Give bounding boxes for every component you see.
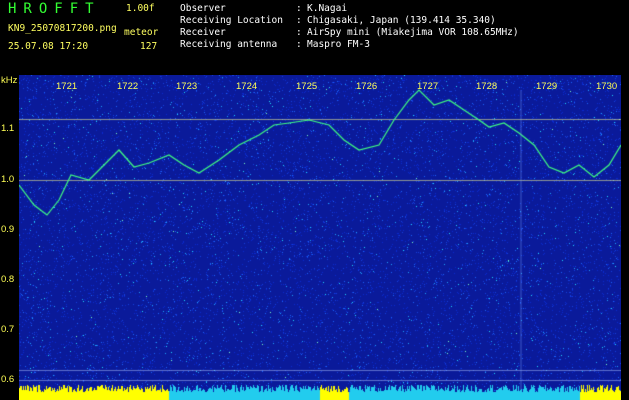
x-tick-1727: 1727 [417,81,439,92]
x-tick-1721: 1721 [56,81,78,92]
hrofft-window: HROFFT 1.00f KN9_25070817200.png meteor … [0,0,629,400]
datetime-label: 25.07.08 17:20 [8,41,89,52]
x-tick-1726: 1726 [356,81,378,92]
colon: : [296,39,302,50]
y-tick-1.0: 1.0 [1,174,15,185]
field-observer-value: K.Nagai [307,3,348,14]
x-tick-1722: 1722 [117,81,139,92]
mode-label: meteor [124,27,159,38]
x-tick-1730: 1730 [596,81,618,92]
y-tick-0.8: 0.8 [1,274,15,285]
y-unit-label: kHz [1,75,18,86]
field-receiver-label: Receiver [180,27,226,38]
count-label: 127 [140,41,158,52]
y-tick-1.1: 1.1 [1,123,15,134]
x-tick-1725: 1725 [296,81,318,92]
version-label: 1.00f [126,3,155,14]
x-tick-1723: 1723 [176,81,198,92]
colon: : [296,3,302,14]
field-location-label: Receiving Location [180,15,283,26]
y-tick-0.7: 0.7 [1,324,15,335]
field-receiver-value: AirSpy mini (Miakejima VOR 108.65MHz) [307,27,519,38]
colon: : [296,27,302,38]
field-location-value: Chigasaki, Japan (139.414 35.340) [307,15,496,26]
y-tick-0.6: 0.6 [1,374,15,385]
field-observer-label: Observer [180,3,226,14]
spectrogram: 1721 1722 1723 1724 1725 1726 1727 1728 … [19,75,621,400]
app-title: HROFFT [8,1,101,17]
y-tick-0.9: 0.9 [1,224,15,235]
filename-label: KN9_25070817200.png [8,23,117,34]
field-antenna-value: Maspro FM-3 [307,39,370,50]
x-tick-1724: 1724 [236,81,258,92]
x-tick-1729: 1729 [536,81,558,92]
colon: : [296,15,302,26]
x-tick-1728: 1728 [476,81,498,92]
field-antenna-label: Receiving antenna [180,39,278,50]
spectrogram-canvas [19,75,621,400]
